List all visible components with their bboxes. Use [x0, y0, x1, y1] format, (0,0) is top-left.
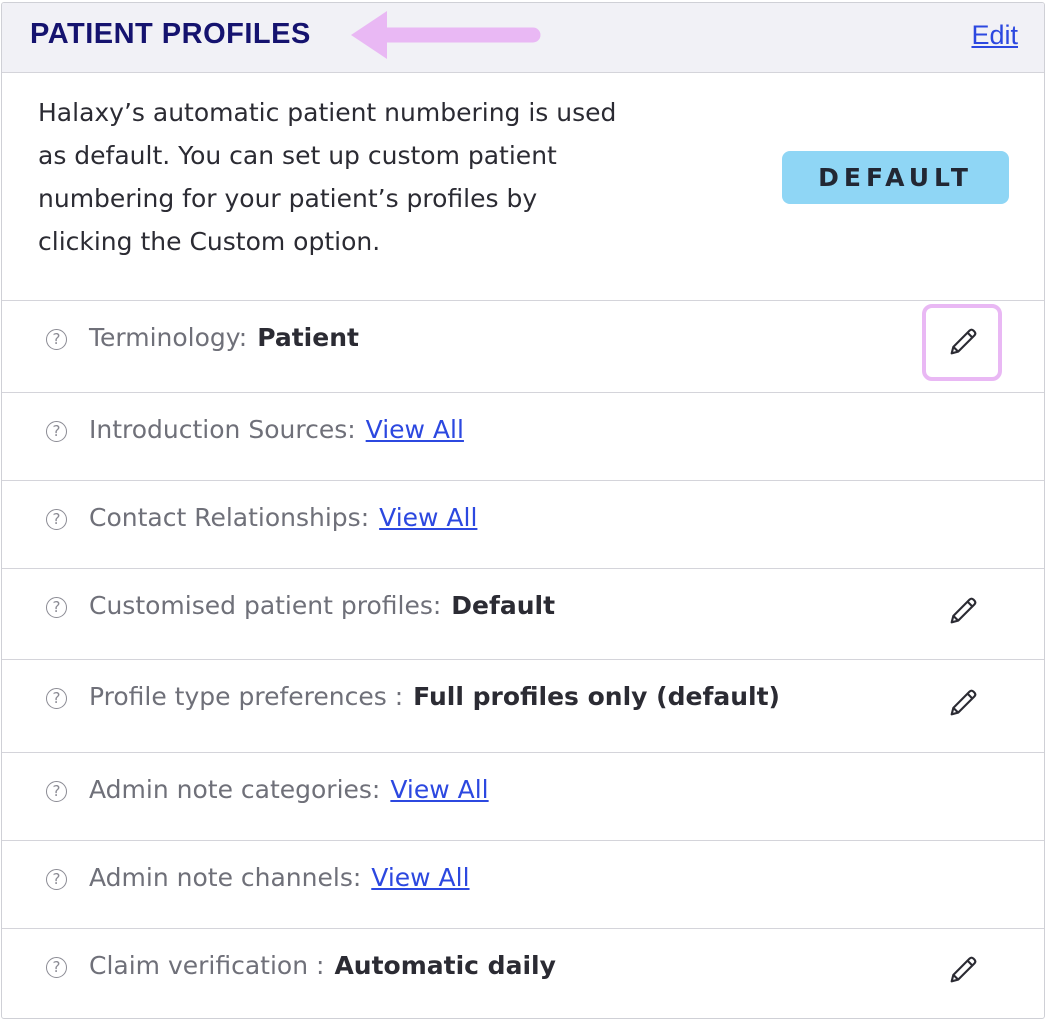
intro-line: as default. You can set up custom patien…	[38, 141, 557, 170]
view-all-link[interactable]: View All	[390, 775, 488, 804]
intro-line: clicking the Custom option.	[38, 227, 381, 256]
intro-section: Halaxy’s automatic patient numbering is …	[2, 73, 1044, 301]
annotation-highlight-box	[922, 304, 1002, 381]
setting-row-contact-relationships: ? Contact Relationships: View All	[2, 481, 1044, 569]
view-all-link[interactable]: View All	[366, 415, 464, 444]
setting-row-profile-type-preferences: ? Profile type preferences : Full profile…	[2, 660, 1044, 753]
pencil-icon[interactable]	[946, 686, 980, 720]
question-circle-icon[interactable]: ?	[46, 869, 67, 890]
intro-line: Halaxy’s automatic patient numbering is …	[38, 98, 617, 127]
label-text: Admin note categories:	[89, 775, 381, 804]
setting-row-claim-verification: ? Claim verification : Automatic daily	[2, 929, 1044, 1018]
label-text: Admin note channels:	[89, 863, 362, 892]
setting-row-admin-note-channels: ? Admin note channels: View All	[2, 841, 1044, 929]
setting-label: Terminology: Patient	[89, 323, 359, 352]
setting-label: Profile type preferences : Full profiles …	[89, 682, 780, 711]
setting-row-customised-patient-profiles: ? Customised patient profiles: Default	[2, 569, 1044, 660]
setting-value: Automatic daily	[334, 951, 556, 980]
setting-label: Admin note channels: View All	[89, 863, 470, 892]
pencil-icon[interactable]	[946, 594, 980, 628]
left-arrow-icon	[351, 11, 541, 59]
setting-row-introduction-sources: ? Introduction Sources: View All	[2, 393, 1044, 481]
setting-value: Patient	[257, 323, 359, 352]
setting-label: Introduction Sources: View All	[89, 415, 464, 444]
patient-profiles-panel: PATIENT PROFILES Edit Halaxy’s automatic…	[1, 2, 1045, 1019]
label-text: Terminology:	[89, 323, 248, 352]
setting-label: Admin note categories: View All	[89, 775, 489, 804]
setting-label: Claim verification : Automatic daily	[89, 951, 556, 980]
label-text: Contact Relationships:	[89, 503, 370, 532]
question-circle-icon[interactable]: ?	[46, 329, 67, 350]
setting-row-admin-note-categories: ? Admin note categories: View All	[2, 753, 1044, 841]
label-text: Customised patient profiles:	[89, 591, 442, 620]
label-text: Introduction Sources:	[89, 415, 356, 444]
question-circle-icon[interactable]: ?	[46, 509, 67, 530]
question-circle-icon[interactable]: ?	[46, 597, 67, 618]
question-circle-icon[interactable]: ?	[46, 421, 67, 442]
label-text: Profile type preferences :	[89, 682, 404, 711]
label-text: Claim verification :	[89, 951, 325, 980]
question-circle-icon[interactable]: ?	[46, 688, 67, 709]
panel-header: PATIENT PROFILES Edit	[2, 3, 1044, 73]
page-title: PATIENT PROFILES	[30, 18, 311, 50]
question-circle-icon[interactable]: ?	[46, 781, 67, 802]
view-all-link[interactable]: View All	[379, 503, 477, 532]
question-circle-icon[interactable]: ?	[46, 957, 67, 978]
default-numbering-button[interactable]: DEFAULT	[782, 151, 1009, 204]
setting-label: Customised patient profiles: Default	[89, 591, 555, 620]
setting-value: Full profiles only (default)	[413, 682, 780, 711]
edit-link[interactable]: Edit	[971, 20, 1018, 51]
intro-line: numbering for your patient’s profiles by	[38, 184, 538, 213]
setting-label: Contact Relationships: View All	[89, 503, 477, 532]
setting-value: Default	[451, 591, 556, 620]
intro-description: Halaxy’s automatic patient numbering is …	[38, 91, 658, 263]
view-all-link[interactable]: View All	[371, 863, 469, 892]
setting-row-terminology: ? Terminology: Patient	[2, 301, 1044, 393]
pencil-icon[interactable]	[946, 953, 980, 987]
